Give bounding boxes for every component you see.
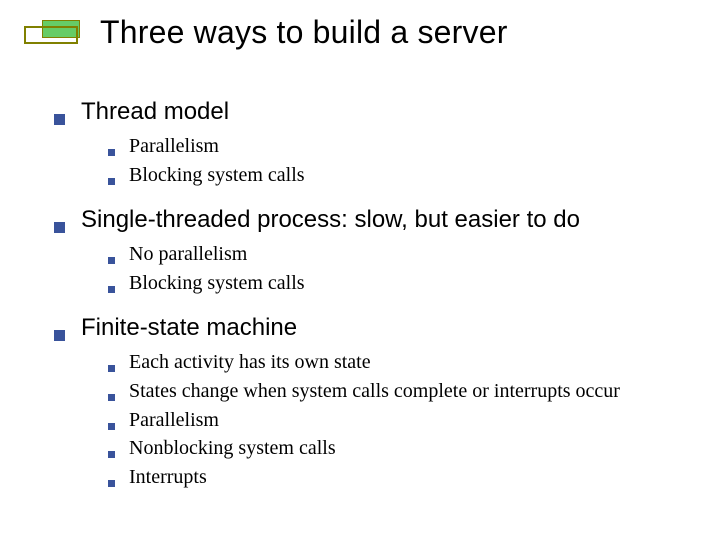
list-item-label: Blocking system calls — [129, 271, 305, 297]
list-item: States change when system calls complete… — [108, 379, 684, 405]
square-bullet-icon — [108, 178, 115, 185]
list-item: Blocking system calls — [108, 163, 684, 189]
square-bullet-icon — [54, 114, 65, 125]
slide: Three ways to build a server Thread mode… — [0, 0, 720, 540]
slide-title: Three ways to build a server — [100, 14, 700, 51]
list-item: Thread model — [54, 98, 684, 126]
title-decoration — [24, 20, 80, 44]
sublist: Each activity has its own state States c… — [108, 350, 684, 490]
list-item-label: Each activity has its own state — [129, 350, 371, 376]
square-bullet-icon — [54, 330, 65, 341]
square-bullet-icon — [108, 365, 115, 372]
list-item: Interrupts — [108, 465, 684, 491]
list-item: Nonblocking system calls — [108, 436, 684, 462]
square-bullet-icon — [108, 394, 115, 401]
list-item-label: Interrupts — [129, 465, 207, 491]
square-bullet-icon — [108, 451, 115, 458]
square-bullet-icon — [108, 423, 115, 430]
list-item: Blocking system calls — [108, 271, 684, 297]
square-bullet-icon — [108, 286, 115, 293]
slide-content: Thread model Parallelism Blocking system… — [54, 80, 684, 498]
list-item: Parallelism — [108, 134, 684, 160]
square-bullet-icon — [108, 480, 115, 487]
list-item-label: Thread model — [81, 98, 229, 126]
square-bullet-icon — [108, 149, 115, 156]
list-item: No parallelism — [108, 242, 684, 268]
list-item-label: States change when system calls complete… — [129, 379, 620, 405]
list-item-label: Parallelism — [129, 408, 219, 434]
list-item: Single-threaded process: slow, but easie… — [54, 206, 684, 234]
list-item-label: Blocking system calls — [129, 163, 305, 189]
list-item-label: No parallelism — [129, 242, 247, 268]
square-bullet-icon — [108, 257, 115, 264]
list-item-label: Parallelism — [129, 134, 219, 160]
list-item-label: Nonblocking system calls — [129, 436, 336, 462]
square-bullet-icon — [54, 222, 65, 233]
sublist: No parallelism Blocking system calls — [108, 242, 684, 296]
list-item-label: Finite-state machine — [81, 314, 297, 342]
list-item: Parallelism — [108, 408, 684, 434]
sublist: Parallelism Blocking system calls — [108, 134, 684, 188]
list-item: Each activity has its own state — [108, 350, 684, 376]
list-item-label: Single-threaded process: slow, but easie… — [81, 206, 580, 234]
list-item: Finite-state machine — [54, 314, 684, 342]
